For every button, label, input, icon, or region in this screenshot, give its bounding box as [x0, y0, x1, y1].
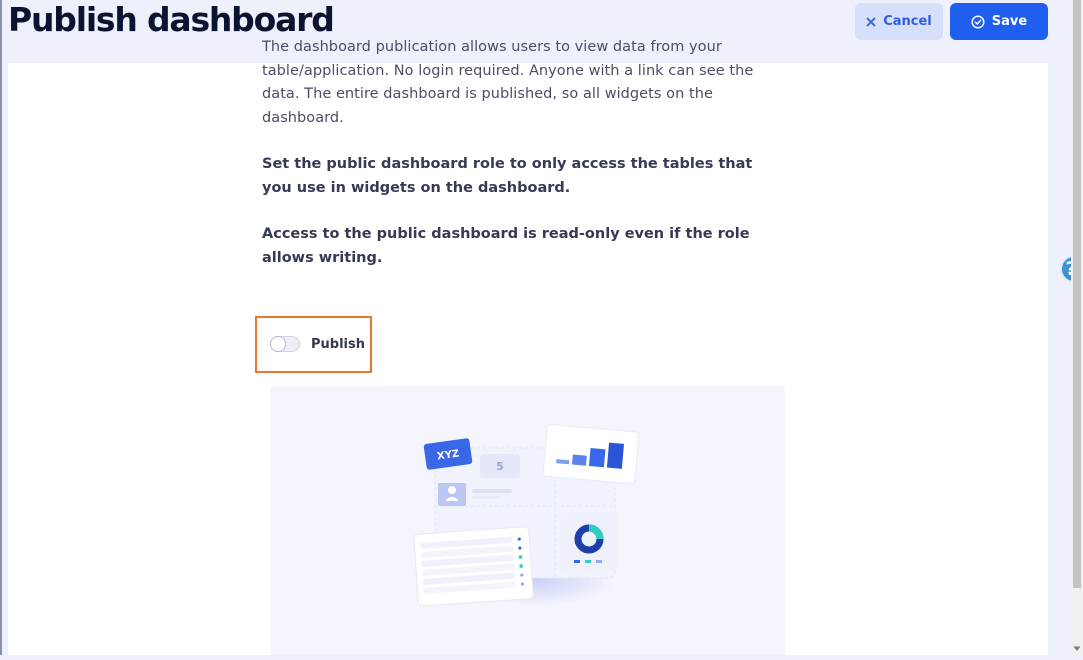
cancel-button[interactable]: Cancel [855, 3, 943, 40]
scroll-down-arrow-icon[interactable] [1072, 644, 1082, 654]
save-button-label: Save [991, 14, 1028, 29]
publish-toggle[interactable] [270, 336, 300, 352]
publish-description: The dashboard publication allows users t… [262, 36, 782, 270]
publish-toggle-highlight: Publish [255, 316, 372, 373]
page-title: Publish dashboard [8, 0, 335, 39]
check-circle-icon [971, 14, 985, 29]
number-card-value: 5 [496, 460, 504, 473]
close-icon [866, 17, 876, 27]
window-left-edge [0, 0, 2, 655]
role-note: Set the public dashboard role to only ac… [262, 156, 753, 196]
readonly-note: Access to the public dashboard is read-o… [262, 226, 750, 266]
save-button[interactable]: Save [950, 3, 1048, 40]
cancel-button-label: Cancel [883, 14, 932, 29]
intro-text: The dashboard publication allows users t… [262, 39, 754, 126]
dashboard-illustration: 5 XYZ [270, 386, 785, 655]
dashboard-illustration-graphic: 5 XYZ [413, 424, 640, 607]
toggle-knob [271, 337, 285, 351]
scrollbar-thumb[interactable] [1073, 0, 1081, 588]
publish-toggle-label[interactable]: Publish [311, 336, 365, 353]
